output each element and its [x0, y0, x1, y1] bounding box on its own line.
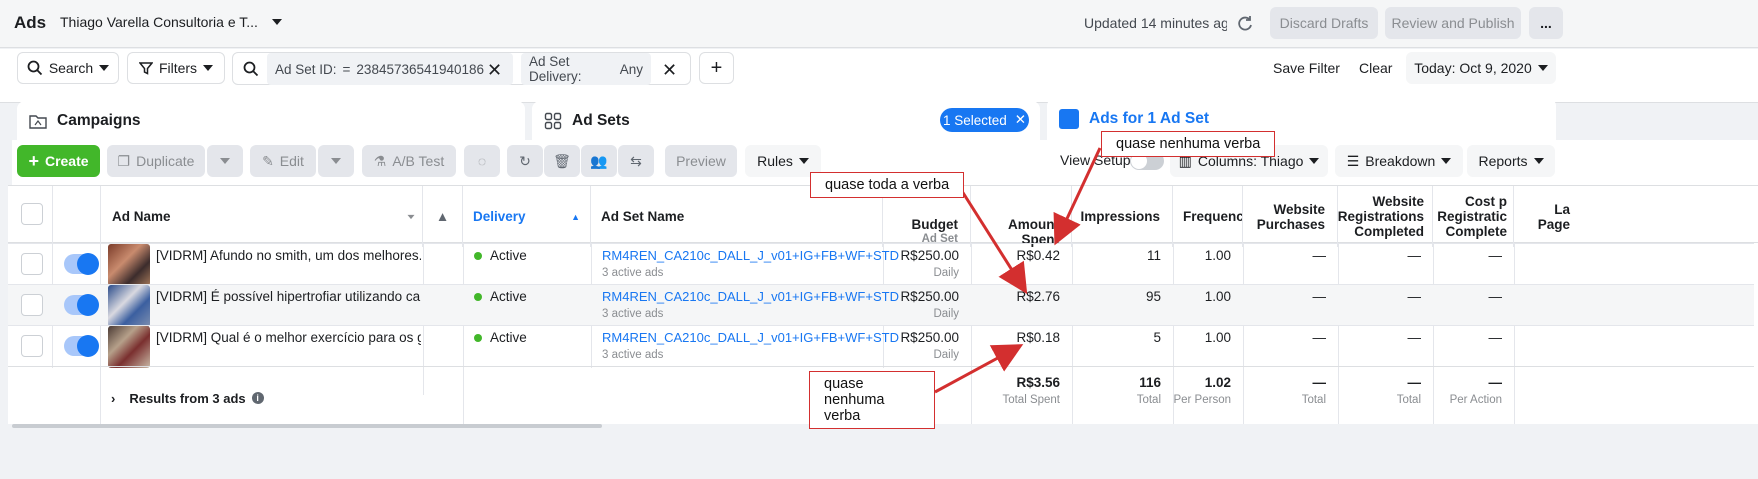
annotation-middle: quase toda a verba	[810, 172, 965, 198]
arrow-to-second-spent	[958, 187, 1028, 295]
arrow-to-first-spent	[1053, 147, 1102, 246]
annotation-bottom: quase nenhuma verba	[809, 371, 935, 429]
annotation-line: quase	[824, 376, 864, 392]
annotation-top: quase nenhuma verba	[1101, 131, 1276, 157]
arrow-to-third-spent	[934, 344, 1024, 394]
annotation-line: nenhuma verba	[824, 392, 885, 424]
